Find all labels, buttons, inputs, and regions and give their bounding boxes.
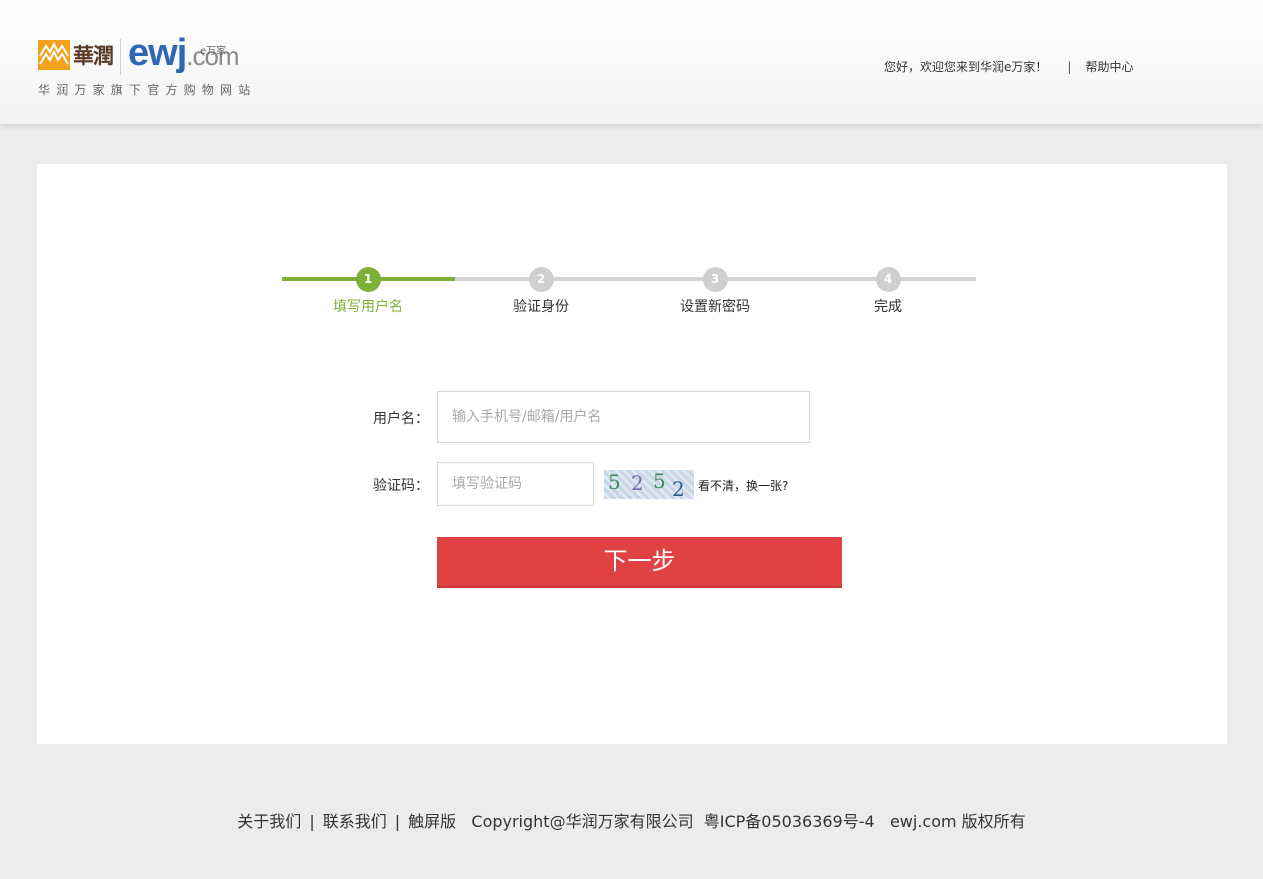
logo-tagline: 华润万家旗下官方购物网站 [38,83,257,97]
username-input[interactable] [437,391,810,443]
captcha-label: 验证码： [373,478,429,494]
captcha-refresh-link[interactable]: 看不清，换一张? [698,477,788,494]
logo-small-text: e万家 [200,46,227,57]
footer-about-link[interactable]: 关于我们 [237,812,301,831]
step-3-dot: 3 [702,267,728,292]
step-3-label: 设置新密码 [680,299,750,315]
main-panel: 1 填写用户名 2 验证身份 3 设置新密码 4 完成 用户名： 验证码： 5 … [37,164,1227,744]
footer-touch-link[interactable]: 触屏版 [408,812,456,831]
captcha-digit: 5 [608,470,621,494]
footer-contact-link[interactable]: 联系我们 [323,812,387,831]
step-4-dot: 4 [875,267,901,292]
logo-ewj-text: ewj [128,32,187,74]
step-4-label: 完成 [874,299,902,315]
site-header: 華潤 ewj.com e万家 华润万家旗下官方购物网站 您好，欢迎您来到华润e万… [0,0,1263,124]
step-1-dot: 1 [355,267,381,292]
next-step-button[interactable]: 下一步 [437,537,842,588]
footer-separator: | [309,812,315,831]
step-fill-username: 1 填写用户名 [298,265,438,316]
captcha-digit: 2 [672,477,685,499]
crv-logo-icon [38,40,70,70]
captcha-image[interactable]: 5 2 5 2 [604,470,694,499]
help-center-link[interactable]: 帮助中心 [1085,60,1133,74]
step-verify-identity: 2 验证身份 [471,265,611,316]
footer-separator: | [394,812,401,831]
footer-icp: 粤ICP备05036369号-4 [703,812,875,831]
captcha-digit: 2 [631,471,644,495]
footer-copyright: Copyright@华润万家有限公司 [471,812,694,831]
step-1-label: 填写用户名 [333,299,403,315]
logo-brand-cn: 華潤 [73,43,114,68]
step-set-password: 3 设置新密码 [645,265,785,316]
site-footer: 关于我们 | 联系我们 | 触屏版 Copyright@华润万家有限公司 粤ICP备05… [0,808,1263,832]
captcha-input[interactable] [437,462,594,506]
site-logo[interactable]: 華潤 ewj.com e万家 华润万家旗下官方购物网站 [38,32,257,100]
step-2-dot: 2 [528,267,554,292]
logo-divider [120,39,121,75]
step-2-label: 验证身份 [513,299,569,315]
username-label: 用户名： [373,411,429,427]
progress-steps: 1 填写用户名 2 验证身份 3 设置新密码 4 完成 [282,265,976,325]
captcha-digit: 5 [653,470,666,493]
footer-rights: ewj.com 版权所有 [889,812,1026,831]
step-complete: 4 完成 [818,265,958,316]
nav-separator: | [1067,60,1072,74]
top-nav: 您好，欢迎您来到华润e万家！ | 帮助中心 [884,58,1133,75]
welcome-text: 您好，欢迎您来到华润e万家！ [884,60,1048,74]
